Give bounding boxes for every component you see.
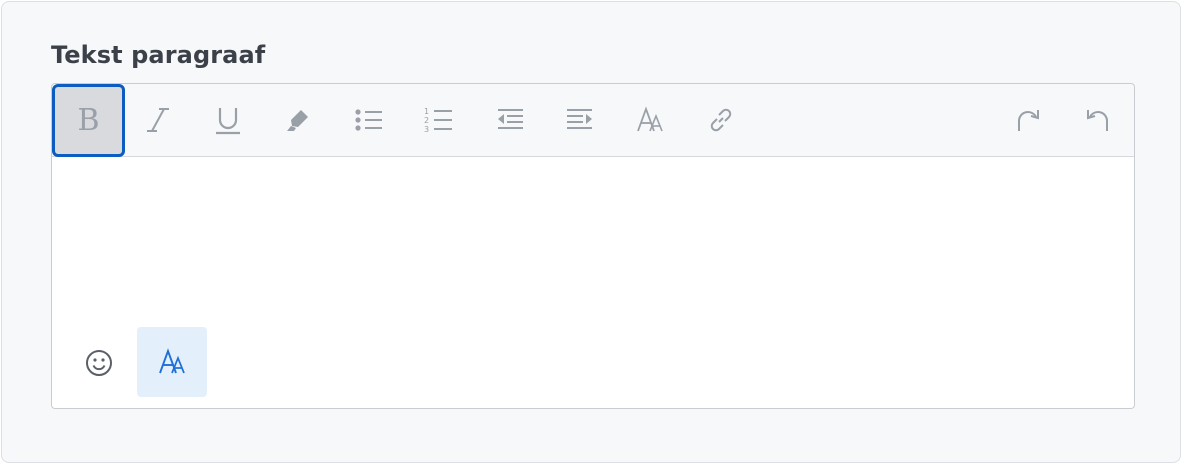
link-button[interactable] <box>686 84 756 156</box>
bold-icon: B <box>77 102 100 138</box>
outdent-icon <box>498 109 523 129</box>
indent-button[interactable] <box>545 84 615 156</box>
undo-button[interactable] <box>1063 84 1133 156</box>
bold-button[interactable]: B <box>52 84 125 157</box>
undo-icon <box>1087 110 1109 131</box>
link-icon <box>710 108 732 132</box>
underline-icon <box>216 108 240 135</box>
bulleted-list-button[interactable] <box>334 84 404 156</box>
redo-button[interactable] <box>993 84 1063 156</box>
outdent-button[interactable] <box>475 84 545 156</box>
font-size-button[interactable] <box>616 84 686 156</box>
field-label: Tekst paragraaf <box>51 41 266 69</box>
italic-button[interactable] <box>123 84 193 156</box>
numbered-list-button[interactable]: 1 2 3 <box>404 84 474 156</box>
redo-icon <box>1017 110 1039 131</box>
rich-text-editor: B 1 2 3 <box>51 83 1135 409</box>
font-size-icon <box>637 106 663 132</box>
highlighter-icon <box>287 110 308 131</box>
emoji-button[interactable] <box>64 328 134 398</box>
indent-icon <box>567 109 592 129</box>
underline-button[interactable] <box>193 84 263 156</box>
bulleted-list-icon <box>355 109 382 131</box>
text-format-icon <box>159 348 185 374</box>
editor-content-area[interactable] <box>52 157 1134 327</box>
svg-text:2: 2 <box>424 116 429 125</box>
numbered-list-icon: 1 2 3 <box>424 107 452 134</box>
svg-text:1: 1 <box>424 107 429 116</box>
text-format-button[interactable] <box>137 327 207 397</box>
emoji-icon <box>86 350 112 376</box>
editor-panel: Tekst paragraaf B 1 2 3 <box>1 1 1181 463</box>
editor-toolbar: B 1 2 3 <box>52 84 1134 157</box>
svg-text:3: 3 <box>424 125 429 134</box>
italic-icon <box>147 108 169 132</box>
highlight-button[interactable] <box>263 84 333 156</box>
